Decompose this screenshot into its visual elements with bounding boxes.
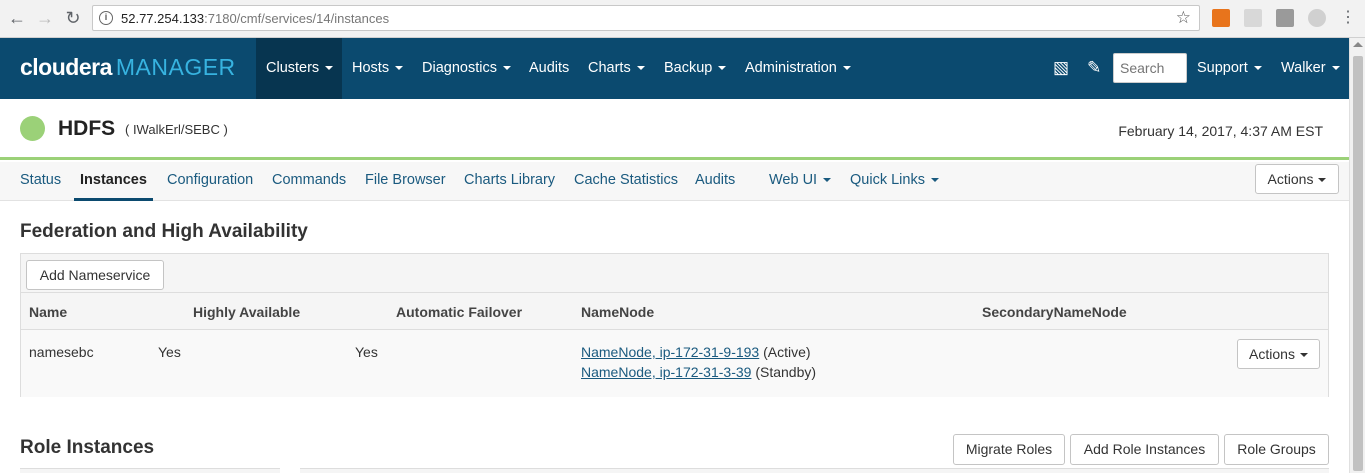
- actions-button[interactable]: Actions: [1255, 164, 1339, 194]
- role-groups-button[interactable]: Role Groups: [1224, 434, 1329, 465]
- forward-icon[interactable]: →: [34, 7, 56, 29]
- automatic-failover-value: Yes: [355, 344, 378, 360]
- reload-icon[interactable]: ↻: [62, 7, 84, 29]
- tab-instances[interactable]: Instances: [74, 162, 153, 201]
- extension-icon[interactable]: [1212, 9, 1230, 27]
- highly-available-value: Yes: [158, 344, 181, 360]
- chevron-down-icon: [636, 66, 645, 71]
- column-header[interactable]: Highly Available: [193, 304, 300, 320]
- nav-diagnostics[interactable]: Diagnostics: [422, 38, 511, 99]
- nav-backup[interactable]: Backup: [664, 38, 727, 99]
- address-bar[interactable]: i 52.77.254.133:7180/cmf/services/14/ins…: [92, 5, 1200, 31]
- namenode-state: (Active): [763, 344, 811, 360]
- nameservice-name: namesebc: [29, 344, 94, 360]
- main-navbar: cloudera MANAGER Clusters Hosts Diagnosti…: [0, 38, 1349, 99]
- browser-toolbar: ← → ↻ i 52.77.254.133:7180/cmf/services/…: [0, 0, 1365, 38]
- bookmark-star-icon[interactable]: ☆: [1176, 8, 1191, 28]
- extension-icon[interactable]: [1244, 9, 1262, 27]
- tab-quick-links[interactable]: Quick Links: [850, 162, 939, 201]
- nav-user[interactable]: Walker: [1281, 38, 1340, 99]
- health-status-icon: [20, 116, 45, 141]
- column-header[interactable]: Name: [29, 304, 67, 320]
- zoom-extension-icon[interactable]: [1308, 9, 1326, 27]
- cluster-name-link[interactable]: ( IWalkErl/SEBC ): [125, 122, 228, 137]
- nav-clusters[interactable]: Clusters: [256, 38, 342, 99]
- service-tabs: Status Instances Configuration Commands …: [0, 162, 1349, 201]
- scroll-thumb[interactable]: [1353, 56, 1363, 471]
- namenode-entry: NameNode, ip-172-31-9-193 (Active): [581, 344, 811, 360]
- chevron-down-icon: [930, 178, 939, 183]
- scroll-up-icon[interactable]: [1353, 42, 1363, 47]
- nav-administration[interactable]: Administration: [745, 38, 851, 99]
- chevron-down-icon: [502, 66, 511, 71]
- chevron-down-icon: [395, 66, 404, 71]
- tab-web-ui[interactable]: Web UI: [769, 162, 832, 201]
- role-instances-title: Role Instances: [20, 437, 155, 458]
- menu-icon[interactable]: ⋮: [1337, 7, 1359, 29]
- migrate-roles-button[interactable]: Migrate Roles: [953, 434, 1065, 465]
- page-scrollbar[interactable]: [1349, 38, 1365, 473]
- running-commands-icon[interactable]: ✎: [1087, 58, 1101, 78]
- chevron-down-icon: [1253, 66, 1262, 71]
- add-nameservice-button[interactable]: Add Nameservice: [26, 260, 164, 290]
- info-icon[interactable]: i: [99, 11, 113, 25]
- timestamp[interactable]: February 14, 2017, 4:37 AM EST: [1118, 123, 1323, 139]
- column-header[interactable]: SecondaryNameNode: [982, 304, 1127, 320]
- service-name: HDFS: [58, 117, 116, 140]
- tab-file-browser[interactable]: File Browser: [365, 162, 446, 201]
- namenode-active-link[interactable]: NameNode, ip-172-31-9-193: [581, 344, 759, 360]
- filter-panel-edge: [20, 468, 280, 473]
- extension-icon[interactable]: [1276, 9, 1294, 27]
- column-header[interactable]: NameNode: [581, 304, 654, 320]
- table-header: Name Highly Available Automatic Failover…: [21, 292, 1328, 330]
- nav-audits[interactable]: Audits: [529, 38, 569, 99]
- tab-cache-statistics[interactable]: Cache Statistics: [574, 162, 678, 201]
- cloudera-logo[interactable]: cloudera MANAGER: [20, 54, 236, 81]
- role-table-edge: [300, 468, 1329, 473]
- chevron-down-icon: [1331, 66, 1340, 71]
- tab-status[interactable]: Status: [20, 162, 61, 201]
- namenode-entry: NameNode, ip-172-31-3-39 (Standby): [581, 364, 816, 380]
- nav-charts[interactable]: Charts: [588, 38, 645, 99]
- tab-audits[interactable]: Audits: [695, 162, 735, 201]
- federation-title: Federation and High Availability: [20, 221, 308, 242]
- nav-support[interactable]: Support: [1197, 38, 1262, 99]
- chevron-down-icon: [842, 66, 851, 71]
- tab-configuration[interactable]: Configuration: [167, 162, 253, 201]
- chevron-down-icon: [823, 178, 832, 183]
- back-icon[interactable]: ←: [6, 7, 28, 29]
- url-text[interactable]: 52.77.254.133:7180/cmf/services/14/insta…: [121, 11, 389, 26]
- add-role-instances-button[interactable]: Add Role Instances: [1070, 434, 1219, 465]
- chevron-down-icon: [718, 66, 727, 71]
- gift-icon[interactable]: ▧: [1053, 58, 1069, 78]
- tab-charts-library[interactable]: Charts Library: [464, 162, 555, 201]
- column-header[interactable]: Automatic Failover: [396, 304, 522, 320]
- chevron-down-icon: [1318, 178, 1327, 183]
- chevron-down-icon: [1299, 353, 1308, 358]
- search-input[interactable]: [1113, 53, 1187, 83]
- table-row: namesebc Yes Yes NameNode, ip-172-31-9-1…: [21, 330, 1328, 397]
- nav-hosts[interactable]: Hosts: [352, 38, 404, 99]
- chevron-down-icon: [325, 66, 334, 71]
- federation-panel: Add Nameservice Name Highly Available Au…: [20, 253, 1329, 397]
- row-actions-button[interactable]: Actions: [1237, 339, 1320, 369]
- namenode-state: (Standby): [755, 364, 817, 380]
- service-header: HDFS ( IWalkErl/SEBC ) February 14, 2017…: [0, 99, 1349, 160]
- tab-commands[interactable]: Commands: [272, 162, 346, 201]
- namenode-standby-link[interactable]: NameNode, ip-172-31-3-39: [581, 364, 751, 380]
